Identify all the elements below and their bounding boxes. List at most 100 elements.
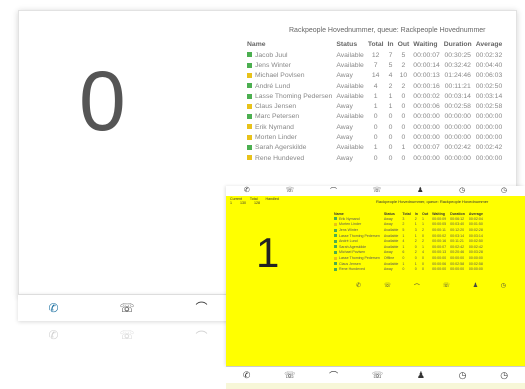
duration-cell: 00:02:42 (444, 144, 471, 152)
user-icon[interactable]: ♟ (417, 370, 425, 381)
average-cell: 00:02:50 (475, 82, 503, 90)
column-header: Total (367, 41, 384, 48)
agent-name: Morten Linder (339, 222, 362, 227)
duration-cell: 00:00:00 (444, 113, 471, 121)
total-cell: 1 (373, 103, 378, 111)
out-cell: 0 (401, 113, 406, 121)
status-cell: Available (336, 144, 364, 152)
status-indicator (334, 217, 337, 221)
queue-title: Rackpeople Hovednummer, queue: Rackpeopl… (289, 27, 486, 34)
waiting-cell: 00:00:16 (432, 239, 447, 244)
name-cell: Lasse Thoming Pedersen (332, 233, 382, 239)
table-row: Rene Hundeved Away 0 0 0 00:00:00 00:00:00 00:0… (245, 153, 504, 163)
name-cell: Michael Povlsen (245, 71, 334, 81)
hang-up-icon[interactable]: ⌒ (196, 302, 208, 314)
queue-count: 0 (79, 54, 126, 148)
status-indicator (247, 83, 252, 89)
agent-name: Jens Winter (339, 227, 358, 232)
agent-name: Marc Petersen (255, 113, 300, 121)
call-transfer-icon[interactable]: ☏ (384, 282, 392, 291)
average-cell: 00:00:00 (475, 123, 503, 131)
in-cell: 1 (388, 103, 393, 111)
status-cell: Available (383, 244, 399, 249)
toolbar-reflection (226, 383, 525, 389)
table-row: Sarah Agerskilde Available 1 0 1 00:00:07 00:0… (245, 143, 504, 153)
agent-name: Rene Hundeved (339, 267, 365, 272)
clock-icon[interactable]: ◷ (459, 186, 465, 196)
agent-name: Rene Hundeved (255, 154, 305, 162)
phone-icon: ✆ (48, 328, 59, 342)
in-cell: 1 (388, 92, 393, 100)
duration-cell: 00:02:58 (450, 261, 465, 266)
call-forward-icon[interactable]: ☏ (373, 186, 382, 196)
hang-up-icon[interactable]: ⌒ (330, 186, 337, 196)
user-icon[interactable]: ♟ (417, 186, 423, 196)
waiting-cell: 00:00:02 (432, 233, 447, 238)
column-header: Status (336, 41, 358, 48)
status-cell: Available (336, 61, 364, 69)
status-cell: Available (336, 113, 364, 121)
clock-icon[interactable]: ◷ (459, 370, 467, 381)
out-cell: 2 (401, 82, 406, 90)
total-cell: 0 (373, 123, 378, 131)
name-cell: Rene Hundeved (245, 153, 334, 163)
status-indicator (334, 234, 337, 238)
table-body: Jacob Juul Available 12 7 5 00:00:07 00:30:25 0… (245, 50, 504, 163)
status-indicator (247, 155, 252, 161)
name-cell: Rene Hundeved (332, 266, 382, 272)
waiting-cell: 00:00:00 (413, 154, 440, 162)
column-header: Average (468, 212, 483, 216)
total-cell: 12 (371, 51, 380, 59)
phone-icon[interactable]: ✆ (243, 370, 251, 381)
name-cell: Erik Nymand (245, 122, 334, 132)
out-cell: 0 (401, 154, 406, 162)
duration-cell: 01:24:46 (444, 72, 471, 80)
phone-icon[interactable]: ✆ (244, 186, 250, 196)
total-cell: 0 (402, 267, 405, 272)
clock-icon[interactable]: ◷ (501, 282, 506, 291)
status-cell: Away (336, 72, 353, 80)
total-cell: 1 (373, 92, 378, 100)
status-indicator (247, 124, 252, 130)
call-forward-icon[interactable]: ☏ (372, 370, 383, 381)
duration-cell: 00:00:00 (444, 134, 471, 142)
out-cell: 5 (401, 51, 406, 59)
call-transfer-icon[interactable]: ☏ (285, 186, 294, 196)
call-transfer-icon[interactable]: ☏ (284, 370, 295, 381)
out-cell: 0 (401, 103, 406, 111)
call-forward-icon[interactable]: ☏ (443, 282, 451, 291)
table-row: Lasse Thoming Pedersen Available 1 1 0 00:00:… (245, 91, 504, 101)
waiting-cell: 00:00:00 (432, 255, 447, 260)
table-row: Claus Jensen Away 1 1 0 00:00:06 00:02:58 00:02… (245, 101, 504, 111)
average-cell: 00:00:00 (475, 113, 503, 121)
phone-icon[interactable]: ✆ (356, 282, 361, 291)
hang-up-icon: ⌒ (195, 330, 208, 344)
agent-name: Jens Winter (255, 61, 291, 69)
mini-toolbar: ✆ ☏ ⌒ ☏ ♟ ◷ (356, 282, 506, 291)
average-cell: 00:02:42 (475, 144, 503, 152)
hang-up-icon[interactable]: ⌒ (414, 282, 420, 291)
status-indicator (247, 145, 252, 151)
agent-name: Sarah Agerskilde (255, 144, 307, 152)
hang-up-icon[interactable]: ⌒ (329, 369, 338, 382)
call-transfer-icon[interactable]: ☏ (120, 302, 135, 314)
phone-icon[interactable]: ✆ (48, 302, 58, 314)
table-body: Erik Nymand Away 3 2 1 00:00:09 00:06:12 00:02:… (332, 216, 485, 272)
duration-cell: 00:00:00 (450, 267, 465, 272)
waiting-cell: 00:00:00 (413, 134, 440, 142)
waiting-cell: 00:00:11 (432, 227, 446, 232)
column-header: In (387, 41, 394, 48)
average-cell: 00:00:00 (475, 154, 503, 162)
table-row: André Lund Available 4 2 2 00:00:16 00:11:21 00… (245, 81, 504, 91)
clock-icon[interactable]: ◷ (500, 370, 508, 381)
out-cell: 0 (401, 92, 406, 100)
average-cell: 00:00:00 (468, 255, 483, 260)
status-cell: Available (383, 233, 399, 238)
status-indicator (334, 245, 337, 249)
clock-icon[interactable]: ◷ (501, 186, 507, 196)
agent-name: André Lund (339, 239, 358, 244)
name-cell: Lasse Thoming Pedersen (332, 255, 382, 261)
status-cell: Available (383, 261, 399, 266)
user-icon[interactable]: ♟ (473, 282, 478, 291)
summary-label: Handled (265, 197, 279, 201)
